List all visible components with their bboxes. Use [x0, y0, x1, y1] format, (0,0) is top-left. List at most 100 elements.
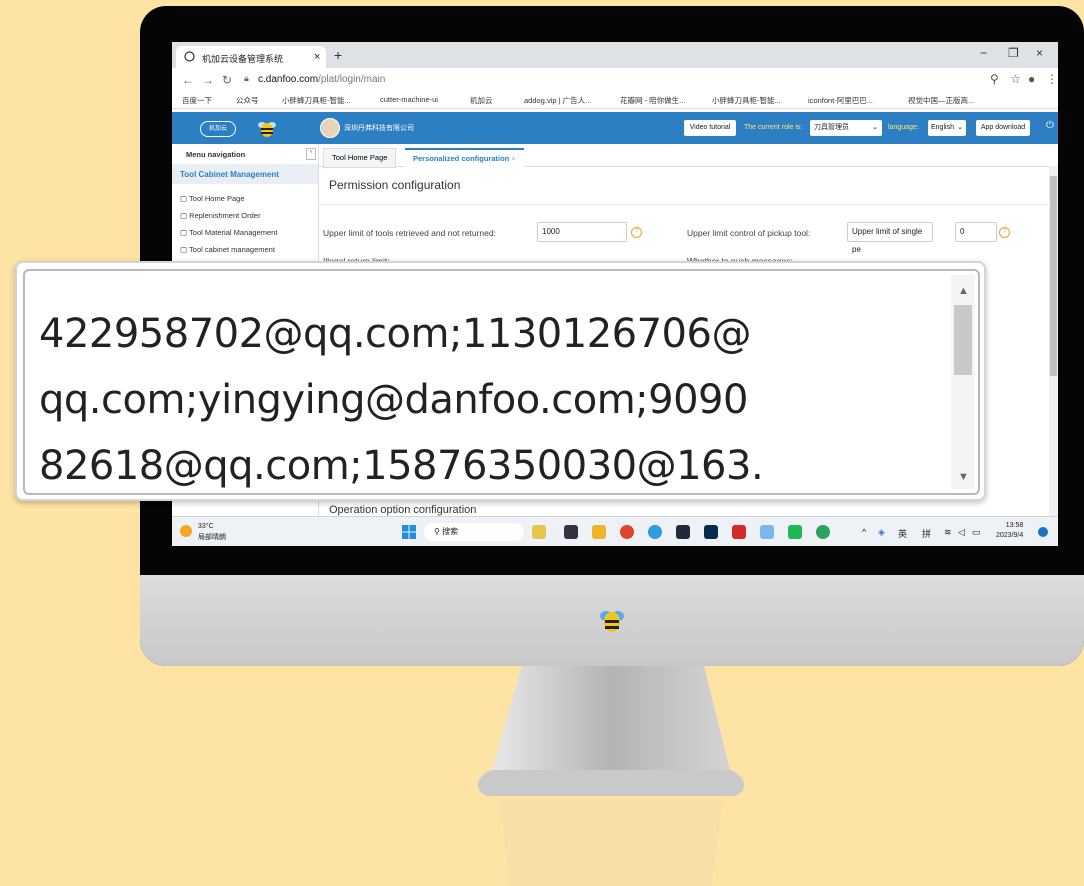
- language-label: language:: [888, 124, 919, 131]
- url-field[interactable]: c.danfoo.com/plat/login/main: [258, 74, 385, 85]
- email-line: 82618@qq.com;15876350030@163.: [39, 443, 764, 489]
- power-icon[interactable]: ⏻: [1046, 120, 1054, 131]
- weather-temp: 33°C: [198, 523, 214, 530]
- bookmark[interactable]: 百度一下: [182, 95, 212, 106]
- sidebar-group[interactable]: Tool Cabinet Management: [172, 164, 318, 184]
- windows-start-icon[interactable]: [402, 525, 416, 539]
- role-select[interactable]: 刀具管理员 ⌄: [810, 120, 882, 136]
- field2-select-value: Upper limit of single pe: [852, 227, 923, 254]
- globe-icon: [184, 51, 195, 62]
- video-tutorial-button[interactable]: Video tutorial: [684, 120, 736, 136]
- app-icon[interactable]: [532, 525, 546, 539]
- collapse-sidebar-icon[interactable]: ‹: [306, 148, 316, 160]
- forward-icon[interactable]: →: [202, 73, 214, 87]
- app-download-button[interactable]: App download: [976, 120, 1030, 136]
- bookmark[interactable]: 小胖蜂刀具柜-智能...: [282, 95, 351, 106]
- tab-tool-home[interactable]: Tool Home Page: [323, 148, 397, 168]
- sidebar-item-label: Replenishment Order: [189, 211, 261, 220]
- photoshop-icon[interactable]: [704, 525, 718, 539]
- tab-personalized-configuration[interactable]: Personalized configuration ×: [405, 148, 524, 168]
- content-scrollbar[interactable]: [1049, 166, 1058, 526]
- ime-english[interactable]: 英: [898, 527, 907, 540]
- field1-label: Upper limit of tools retrieved and not r…: [323, 228, 496, 238]
- close-tab-icon[interactable]: ×: [314, 51, 320, 63]
- chevron-up-icon[interactable]: ^: [862, 527, 866, 537]
- weather-desc: 局部晴朗: [198, 534, 226, 541]
- sidebar-item-tool-material[interactable]: ▢ Tool Material Management: [180, 228, 277, 237]
- scroll-up-icon[interactable]: ▲: [958, 285, 969, 297]
- email-textarea[interactable]: 422958702@qq.com;1130126706@ qq.com;ying…: [23, 269, 980, 495]
- wifi-icon[interactable]: ≋: [944, 527, 952, 538]
- bookmark[interactable]: cutter-machine-ui: [380, 95, 438, 104]
- app-icon[interactable]: [816, 525, 830, 539]
- minimize-icon[interactable]: −: [980, 46, 987, 60]
- notification-icon[interactable]: [1038, 527, 1048, 537]
- close-window-icon[interactable]: ×: [1036, 46, 1043, 60]
- role-label: The current role is:: [744, 124, 803, 131]
- battery-icon[interactable]: ▭: [972, 527, 981, 538]
- app-icon[interactable]: [564, 525, 578, 539]
- wps-icon[interactable]: [732, 525, 746, 539]
- maximize-icon[interactable]: ❐: [1008, 46, 1019, 60]
- bookmark[interactable]: 机加云: [470, 95, 493, 106]
- bookmark[interactable]: iconfont-阿里巴巴...: [808, 95, 873, 106]
- reload-icon[interactable]: ↻: [222, 73, 232, 87]
- app-icon[interactable]: [760, 525, 774, 539]
- help-icon[interactable]: ?: [631, 227, 642, 238]
- field2-select[interactable]: Upper limit of single pe: [847, 222, 933, 254]
- ime-pinyin[interactable]: 拼: [922, 527, 931, 540]
- bookmarks-bar: 百度一下 公众号 小胖蜂刀具柜-智能... cutter-machine-ui …: [172, 92, 1058, 109]
- sidebar-item-tool-home[interactable]: ▢ Tool Home Page: [180, 194, 245, 203]
- app-icon[interactable]: [676, 525, 690, 539]
- lock-icon[interactable]: 🔒︎: [244, 73, 249, 84]
- sidebar-item-tool-cabinet[interactable]: ▢ Tool cabinet management: [180, 245, 275, 254]
- avatar[interactable]: [320, 118, 340, 138]
- app-logo: 机加云: [200, 121, 236, 137]
- scrollbar-thumb[interactable]: [1050, 176, 1057, 376]
- new-tab-icon[interactable]: +: [334, 47, 342, 63]
- divider: [319, 204, 1049, 205]
- taskbar-search[interactable]: ⚲ 搜索: [424, 523, 524, 541]
- role-value: 刀具管理员: [814, 124, 849, 131]
- field1-input[interactable]: 1000: [537, 222, 627, 242]
- edge-icon[interactable]: [648, 525, 662, 539]
- bookmark[interactable]: addog.vip | 广告人...: [524, 95, 591, 106]
- close-tab-icon[interactable]: ×: [511, 154, 515, 163]
- bookmark[interactable]: 公众号: [236, 95, 259, 106]
- profile-icon[interactable]: ●: [1028, 72, 1035, 86]
- folder-icon[interactable]: [592, 525, 606, 539]
- bookmark[interactable]: 花瓣网 - 陪你做生...: [620, 95, 685, 106]
- clock-date: 2023/9/4: [996, 532, 1024, 539]
- bookmark[interactable]: 视觉中国—正版高...: [908, 95, 974, 106]
- sidebar-group-label: Tool Cabinet Management: [180, 170, 279, 179]
- menu-icon[interactable]: ⋮: [1046, 72, 1058, 86]
- sidebar-item-label: Tool Material Management: [189, 228, 278, 237]
- back-icon[interactable]: ←: [182, 73, 194, 87]
- app-icon[interactable]: [788, 525, 802, 539]
- language-select[interactable]: English ⌄: [928, 120, 966, 136]
- email-line: 422958702@qq.com;1130126706@: [39, 311, 751, 357]
- browser-tab[interactable]: 机加云设备管理系统 ×: [176, 46, 326, 68]
- help-icon[interactable]: ?: [999, 227, 1010, 238]
- chevron-down-icon: ⌄: [957, 124, 963, 131]
- zoom-callout: 422958702@qq.com;1130126706@ qq.com;ying…: [15, 261, 986, 501]
- volume-icon[interactable]: ◁: [958, 527, 965, 538]
- sidebar-item-label: Tool cabinet management: [189, 245, 275, 254]
- scroll-down-icon[interactable]: ▼: [958, 471, 969, 483]
- chevron-down-icon: ⌄: [872, 124, 878, 131]
- field2-input[interactable]: 0: [955, 222, 997, 242]
- email-line: qq.com;yingying@danfoo.com;9090: [39, 377, 748, 423]
- sidebar-item-replenishment[interactable]: ▢ Replenishment Order: [180, 211, 260, 220]
- star-icon[interactable]: ☆: [1010, 72, 1021, 86]
- shield-icon[interactable]: ◈: [878, 527, 885, 538]
- chrome-icon[interactable]: [620, 525, 634, 539]
- zoom-lens-icon[interactable]: ⚲: [990, 72, 999, 86]
- app-header: 机加云 深圳丹弗科技有限公司 Video tutorial The curren…: [172, 112, 1058, 144]
- clock[interactable]: 13:58 2023/9/4: [996, 521, 1023, 541]
- field2-label: Upper limit control of pickup tool:: [687, 228, 811, 238]
- weather-icon: [180, 525, 192, 537]
- bookmark[interactable]: 小胖蜂刀具柜-智能...: [712, 95, 781, 106]
- company-name: 深圳丹弗科技有限公司: [344, 125, 414, 132]
- textarea-scrollbar[interactable]: ▲ ▼: [951, 275, 975, 489]
- scrollbar-thumb[interactable]: [954, 305, 972, 375]
